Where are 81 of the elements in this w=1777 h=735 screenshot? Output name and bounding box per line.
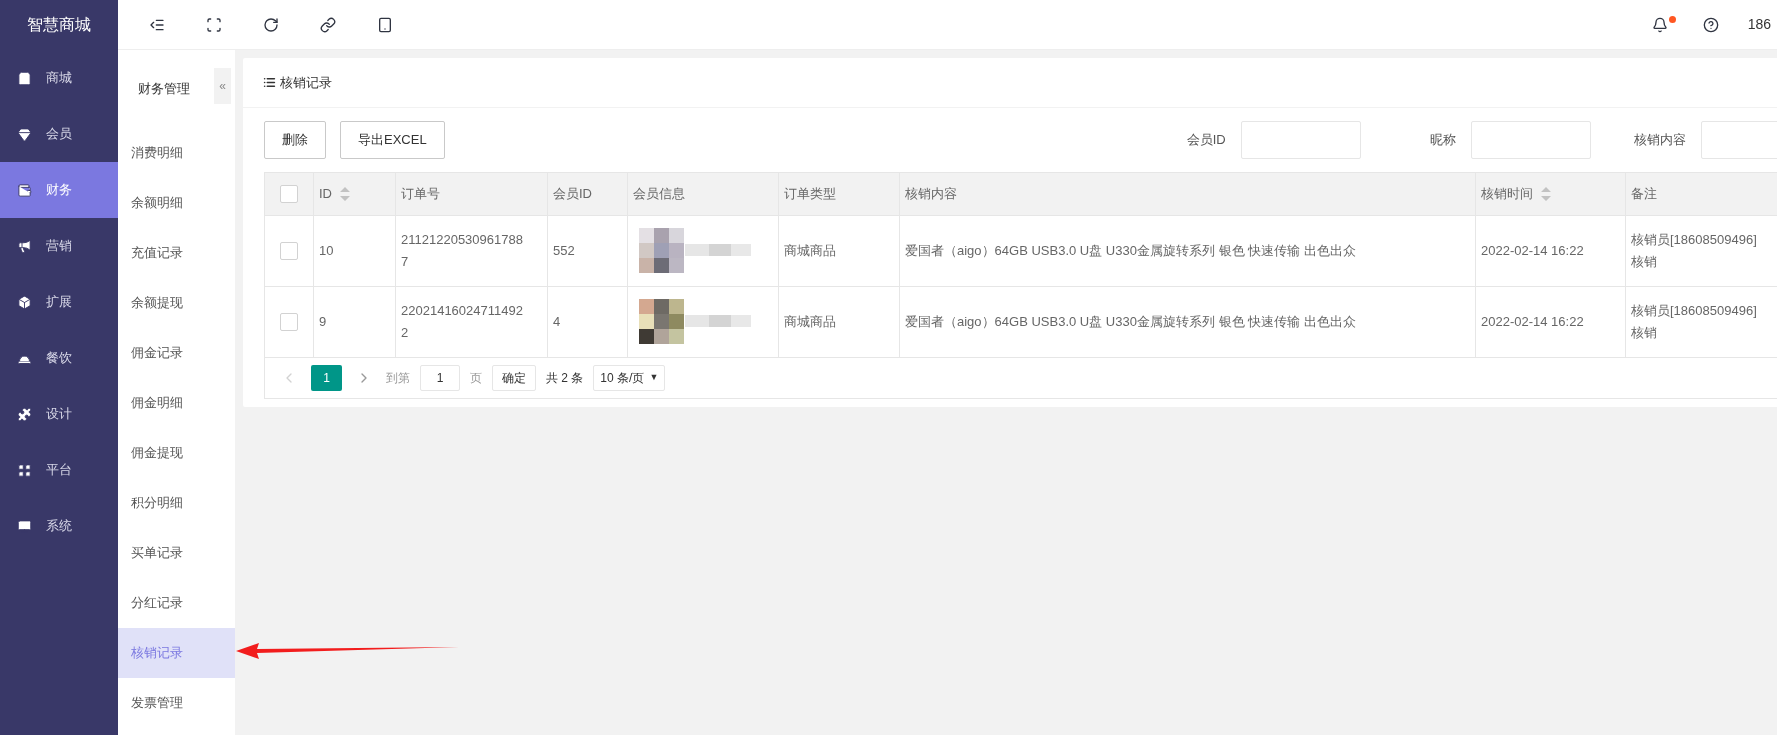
submenu-item[interactable]: 发票管理 (118, 678, 235, 728)
submenu-item[interactable]: 买单记录 (118, 528, 235, 578)
filter-label: 会员ID (1185, 131, 1227, 150)
submenu-item[interactable]: 佣金记录 (118, 328, 235, 378)
help-icon (1702, 16, 1719, 33)
checkbox[interactable] (280, 313, 298, 331)
header-cell[interactable]: 核销时间 (1476, 173, 1626, 215)
refresh-icon (262, 16, 279, 33)
page-button[interactable]: 1 (311, 365, 342, 391)
goto-label: 到第 (386, 370, 410, 387)
submenu-item[interactable]: 积分明细 (118, 478, 235, 528)
nav-item[interactable]: 平台 (0, 442, 118, 498)
checkbox[interactable] (280, 185, 298, 203)
cube-icon (17, 294, 32, 310)
submenu-title: 财务管理 (137, 80, 190, 99)
submenu-item[interactable]: 消费明细 (118, 128, 235, 178)
nav-item[interactable]: 营销 (0, 218, 118, 274)
column-header: 订单号 (401, 185, 440, 204)
page-size-select[interactable]: 10 条/页 ▼ (593, 365, 666, 391)
nav-item[interactable]: 设计 (0, 386, 118, 442)
header-cell[interactable]: ID (314, 173, 396, 215)
link-icon (319, 16, 336, 33)
nav-item[interactable]: 餐饮 (0, 330, 118, 386)
total-count: 共 2 条 (546, 370, 584, 387)
submenu-item[interactable]: 分红记录 (118, 578, 235, 628)
table-cell-text: 商城商品 (784, 313, 836, 331)
user-name[interactable]: 186 (1747, 14, 1771, 35)
page-input[interactable]: 1 (420, 365, 460, 391)
submenu-item[interactable]: 佣金明细 (118, 378, 235, 428)
logo-text: 智慧商城 (27, 15, 91, 35)
filter-field[interactable] (1240, 121, 1361, 159)
delete-button[interactable]: 删除 (264, 121, 326, 159)
wallet-icon (17, 182, 32, 198)
megaphone-icon (17, 238, 32, 254)
export-button[interactable]: 导出EXCEL (340, 121, 445, 159)
bell-icon (1651, 16, 1668, 33)
nav-item[interactable]: 系统 (0, 498, 118, 554)
nav-item[interactable]: 财务 (0, 162, 118, 218)
filter-label: 核销内容 (1632, 131, 1687, 150)
table-cell-text: 9 (319, 313, 327, 331)
gem-icon (17, 126, 32, 142)
submenu-item[interactable]: 余额提现 (118, 278, 235, 328)
checkbox[interactable] (280, 242, 298, 260)
column-header: 核销内容 (905, 185, 957, 204)
fullscreen-icon (205, 16, 222, 33)
column-header: 备注 (1631, 185, 1657, 204)
page-unit: 页 (470, 370, 482, 387)
table-cell-text: 10 (319, 242, 334, 260)
submenu-item[interactable]: 余额明细 (118, 178, 235, 228)
sort-icon[interactable] (1541, 187, 1551, 201)
column-header: 会员ID (553, 185, 592, 204)
table-cell-text: 552 (553, 242, 575, 260)
sort-icon[interactable] (340, 187, 350, 201)
table-cell-text: 2022-02-14 16:22 (1481, 242, 1584, 260)
submenu-item[interactable]: 佣金提现 (118, 428, 235, 478)
table-cell-text: 220214160247114922 (401, 302, 524, 342)
column-header: 会员信息 (633, 185, 685, 204)
card-title: 核销记录 (280, 73, 332, 92)
table-cell-text: 4 (553, 313, 561, 331)
table-cell-text: 核销员[18608509496]核销 (1631, 302, 1758, 342)
nav-item[interactable]: 会员 (0, 106, 118, 162)
table-cell-text: 核销员[18608509496]核销 (1631, 231, 1758, 271)
column-header: 订单类型 (784, 185, 836, 204)
tablet-icon (376, 16, 393, 33)
table-cell-text: 爱国者（aigo）64GB USB3.0 U盘 U330金属旋转系列 银色 快速传输 出色出众 (905, 242, 1356, 260)
puzzle-icon (17, 406, 32, 422)
column-header: ID (319, 185, 332, 204)
list-icon (263, 76, 276, 89)
bag-icon (17, 70, 32, 86)
grid-icon (17, 462, 32, 478)
column-header: 核销时间 (1481, 185, 1533, 204)
nav-item[interactable]: 商城 (0, 50, 118, 106)
filter-field[interactable] (1470, 121, 1591, 159)
nav-item[interactable]: 扩展 (0, 274, 118, 330)
confirm-button[interactable]: 确定 (492, 365, 536, 391)
filter-label: 昵称 (1428, 131, 1457, 150)
table-cell-text: 2022-02-14 16:22 (1481, 313, 1584, 331)
submenu-item[interactable]: 充值记录 (118, 228, 235, 278)
table-cell-text: 商城商品 (784, 242, 836, 260)
table-cell-text: 爱国者（aigo）64GB USB3.0 U盘 U330金属旋转系列 银色 快速传输 出色出众 (905, 313, 1356, 331)
table-cell-text: 211212205309617887 (401, 231, 524, 271)
